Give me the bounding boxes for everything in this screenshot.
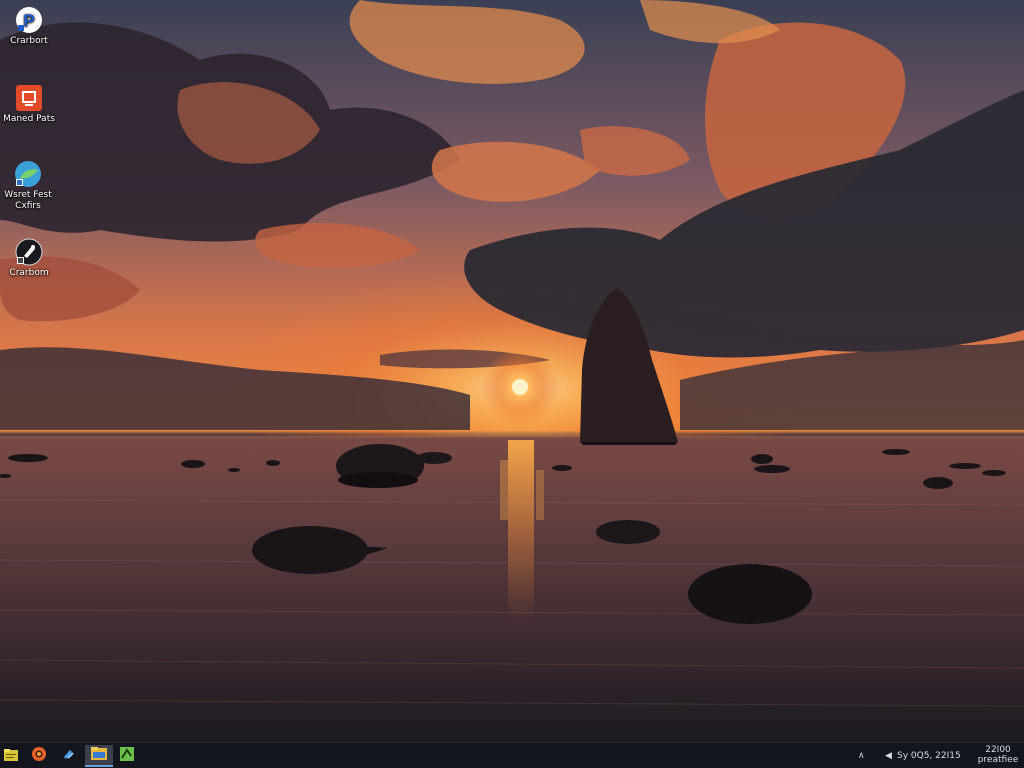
- svg-text:P: P: [23, 11, 34, 30]
- globe-app-icon: [14, 160, 42, 188]
- clock-time: 22I00: [985, 745, 1011, 755]
- desktop-icon-label: Wsret Fest Cxfirs: [4, 190, 52, 211]
- taskbar-button-tiles-app[interactable]: [116, 745, 138, 767]
- desktop-icon-crarbort[interactable]: P Crarbort: [1, 6, 57, 47]
- player-app-icon: [15, 238, 43, 266]
- desktop-icon-label: Crarbort: [10, 36, 48, 46]
- taskbar: ∧ ◀ Sy 0Q5, 22I15 22I00 preatfiee: [0, 742, 1024, 768]
- tray-chevron-icon[interactable]: ∧: [858, 751, 865, 761]
- file-explorer-icon: [90, 745, 108, 765]
- clock-date: preatfiee: [977, 755, 1019, 765]
- desktop-icon-label: Crarbom: [9, 268, 49, 278]
- bluetooth-icon: [60, 746, 76, 766]
- volume-icon[interactable]: ◀: [885, 751, 892, 761]
- taskbar-button-bluetooth[interactable]: [57, 745, 79, 767]
- desktop-icon-wsret-fest[interactable]: Wsret Fest Cxfirs: [0, 160, 56, 212]
- taskbar-button-notes[interactable]: [0, 745, 22, 767]
- p-app-icon: P: [15, 6, 43, 34]
- tiles-app-icon: [119, 746, 135, 766]
- desktop-wallpaper: [0, 0, 1024, 742]
- desktop-icon-maned-pats[interactable]: Maned Pats: [1, 84, 57, 125]
- tray-clock[interactable]: 22I00 preatfiee: [974, 745, 1022, 765]
- desktop-icon-label: Maned Pats: [3, 114, 55, 124]
- notes-icon: [3, 747, 19, 766]
- browser-icon: [31, 746, 47, 766]
- tray-status-text: Sy 0Q5, 22I15: [897, 751, 961, 761]
- taskbar-button-file-explorer[interactable]: [85, 745, 113, 767]
- desktop-icon-crarbom[interactable]: Crarbom: [1, 238, 57, 279]
- taskbar-button-browser[interactable]: [28, 745, 50, 767]
- document-app-icon: [15, 84, 43, 112]
